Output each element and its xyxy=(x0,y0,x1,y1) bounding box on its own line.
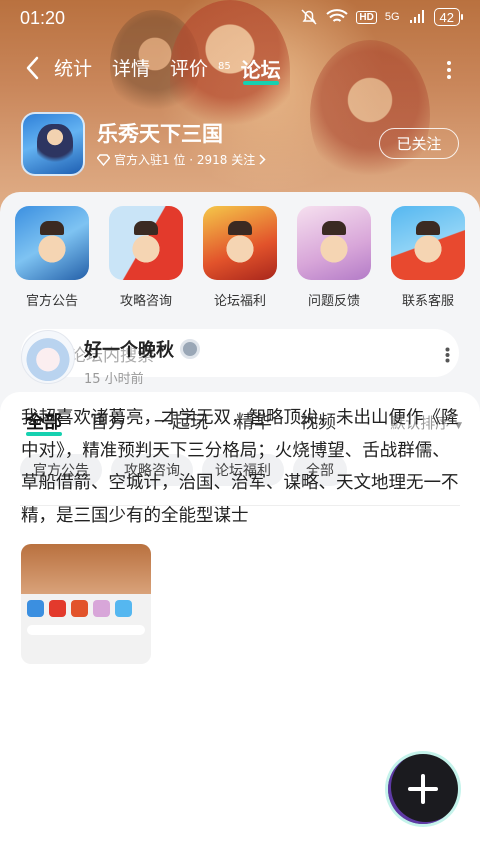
post-image-thumbnail[interactable] xyxy=(21,544,151,664)
more-options-icon[interactable] xyxy=(446,60,452,80)
shortcut-announcements[interactable]: 官方公告 xyxy=(14,206,90,309)
support-image xyxy=(391,206,465,280)
game-meta-text: 官方入驻1 位 · 2918 关注 xyxy=(114,153,256,167)
mute-icon xyxy=(301,9,317,25)
shortcut-label: 攻略咨询 xyxy=(119,294,172,309)
top-nav: 统计 详情 评价 85 论坛 xyxy=(0,50,480,86)
hd-badge: HD xyxy=(356,10,377,24)
shortcut-label: 问题反馈 xyxy=(307,294,360,309)
feedback-image xyxy=(297,206,371,280)
new-post-button[interactable] xyxy=(388,754,458,824)
post-more-icon[interactable] xyxy=(445,347,450,363)
verified-badge-icon xyxy=(180,339,200,359)
tab-stats[interactable]: 统计 xyxy=(54,54,92,83)
author-name: 好一个晚秋 xyxy=(84,340,174,361)
game-icon[interactable] xyxy=(21,112,85,176)
post-time: 15 小时前 xyxy=(84,372,144,387)
reviews-count-badge: 85 xyxy=(218,61,231,72)
game-title: 乐秀天下三国 xyxy=(97,122,223,146)
wifi-icon xyxy=(326,9,349,22)
tab-details[interactable]: 详情 xyxy=(112,54,150,83)
tab-forum[interactable]: 论坛 xyxy=(241,54,281,85)
guides-image xyxy=(109,206,183,280)
shortcut-support[interactable]: 联系客服 xyxy=(390,206,466,309)
battery-level: 42 xyxy=(439,9,454,25)
post-body[interactable]: 我超喜欢诸葛亮，才学无双，智略顶尖，未出山便作《隆中对》，精准预判天下三分格局；… xyxy=(21,402,463,532)
follow-button[interactable]: 已关注 xyxy=(379,128,459,159)
announcements-image xyxy=(15,206,89,280)
game-meta[interactable]: 官方入驻1 位 · 2918 关注 xyxy=(97,151,266,168)
shortcut-feedback[interactable]: 问题反馈 xyxy=(296,206,372,309)
back-icon[interactable] xyxy=(22,54,46,82)
plus-icon xyxy=(408,774,438,804)
status-bar: 01:20 HD 5G 42 xyxy=(0,6,480,32)
chevron-right-icon xyxy=(259,154,266,165)
network-label: 5G xyxy=(384,11,400,23)
tab-reviews[interactable]: 评价 85 xyxy=(170,54,231,83)
author-avatar[interactable] xyxy=(21,330,75,384)
signal-icon xyxy=(409,10,424,23)
post-author[interactable]: 好一个晚秋 xyxy=(84,336,200,362)
shortcut-guides[interactable]: 攻略咨询 xyxy=(108,206,184,309)
tab-reviews-label: 评价 xyxy=(170,58,209,80)
battery-icon: 42 xyxy=(433,8,464,26)
shortcut-label: 联系客服 xyxy=(401,294,454,309)
shortcut-benefits[interactable]: 论坛福利 xyxy=(202,206,278,309)
diamond-icon xyxy=(97,153,110,166)
benefits-image xyxy=(203,206,277,280)
status-time: 01:20 xyxy=(20,8,66,28)
shortcut-row: 官方公告 攻略咨询 论坛福利 问题反馈 联系客服 xyxy=(0,206,480,310)
shortcut-label: 论坛福利 xyxy=(213,294,266,309)
shortcut-label: 官方公告 xyxy=(25,294,78,309)
